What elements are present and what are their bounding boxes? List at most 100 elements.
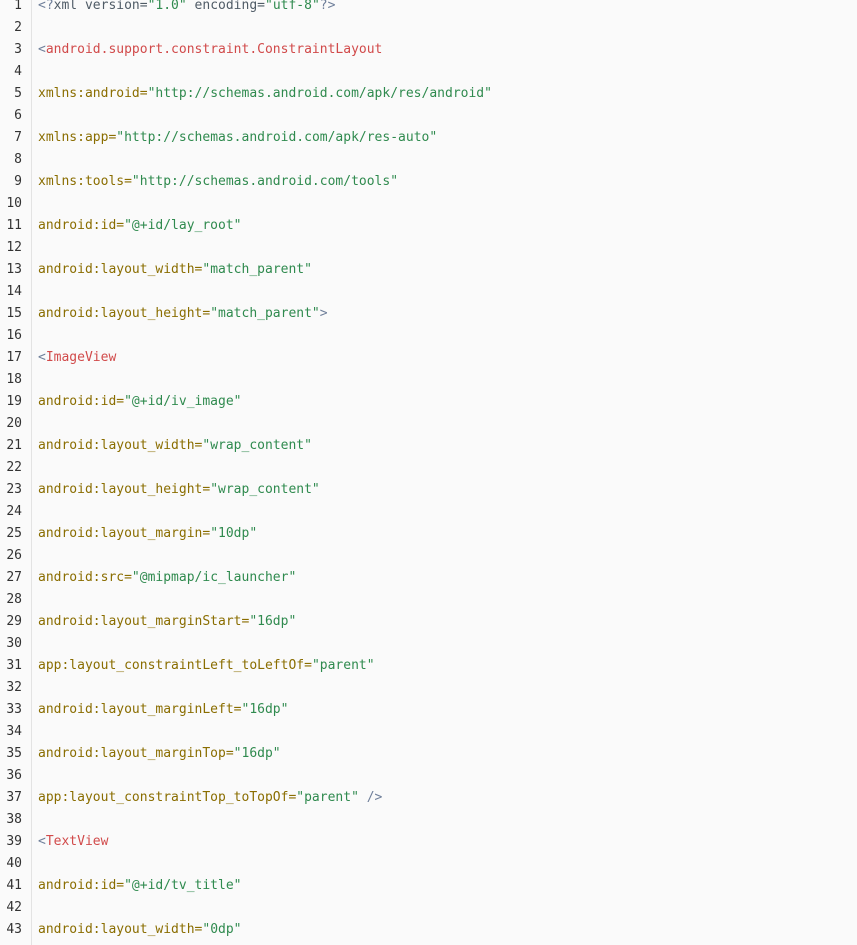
code-line[interactable]	[38, 677, 857, 699]
code-line[interactable]: android:src="@mipmap/ic_launcher"	[38, 567, 857, 589]
string-token: "parent"	[311, 658, 375, 673]
punct-token: <	[38, 42, 46, 57]
code-line[interactable]: android:layout_height="match_parent">	[38, 303, 857, 325]
code-line[interactable]	[38, 193, 857, 215]
attr-token: xmlns:tools=	[38, 174, 132, 189]
code-line[interactable]: android:layout_width="match_parent"	[38, 259, 857, 281]
line-number: 37	[6, 790, 22, 805]
string-token: "http://schemas.android.com/tools"	[131, 174, 399, 189]
code-line[interactable]	[38, 545, 857, 567]
code-line[interactable]: android:id="@+id/iv_image"	[38, 391, 857, 413]
code-line[interactable]	[38, 897, 857, 919]
code-line[interactable]	[38, 61, 857, 83]
code-line[interactable]	[38, 809, 857, 831]
attr-token: android:layout_marginTop=	[38, 746, 234, 761]
code-line[interactable]	[38, 589, 857, 611]
code-line[interactable]	[38, 765, 857, 787]
code-line[interactable]	[38, 633, 857, 655]
line-number: 23	[6, 482, 22, 497]
line-number: 2	[14, 20, 22, 35]
line-number: 3	[14, 42, 22, 57]
code-area[interactable]: <?xml version="1.0" encoding="utf-8"?> <a…	[32, 0, 857, 945]
code-line[interactable]: <android.support.constraint.ConstraintLa…	[38, 39, 857, 61]
attr-token: app:layout_constraintLeft_toLeftOf=	[38, 658, 312, 673]
line-number: 20	[6, 416, 22, 431]
code-line[interactable]: android:layout_marginTop="16dp"	[38, 743, 857, 765]
code-line[interactable]: android:id="@+id/tv_title"	[38, 875, 857, 897]
attr-token: xmlns:android=	[38, 86, 148, 101]
string-token: "parent"	[296, 790, 359, 805]
line-number: 9	[14, 174, 22, 189]
code-line[interactable]	[38, 325, 857, 347]
line-number: 18	[6, 372, 22, 387]
code-line[interactable]: android:layout_marginLeft="16dp"	[38, 699, 857, 721]
line-number: 27	[6, 570, 22, 585]
code-line[interactable]	[38, 457, 857, 479]
line-number: 17	[6, 350, 22, 365]
string-token: "@+id/tv_title"	[124, 878, 242, 893]
line-number: 43	[6, 922, 22, 937]
attr-token: android:layout_width=	[38, 262, 203, 277]
code-line[interactable]	[38, 237, 857, 259]
line-number: 41	[6, 878, 22, 893]
code-line[interactable]: app:layout_constraintLeft_toLeftOf="pare…	[38, 655, 857, 677]
attr-token: android:layout_height=	[38, 306, 211, 321]
code-line[interactable]: android:layout_width="wrap_content"	[38, 435, 857, 457]
code-line[interactable]: app:layout_constraintTop_toTopOf="parent…	[38, 787, 857, 809]
code-line[interactable]: android:layout_margin="10dp"	[38, 523, 857, 545]
attr-token: app:layout_constraintTop_toTopOf=	[38, 790, 297, 805]
line-number: 12	[6, 240, 22, 255]
line-number: 26	[6, 548, 22, 563]
code-line[interactable]: android:id="@+id/lay_root"	[38, 215, 857, 237]
text-token: xml version=	[53, 0, 148, 13]
code-line[interactable]	[38, 853, 857, 875]
line-number: 32	[6, 680, 22, 695]
punct-token: <?	[38, 0, 54, 13]
code-line[interactable]	[38, 501, 857, 523]
code-line[interactable]	[38, 281, 857, 303]
attr-token: android:layout_height=	[38, 482, 211, 497]
code-line[interactable]	[38, 721, 857, 743]
code-line[interactable]	[38, 413, 857, 435]
line-number: 5	[14, 86, 22, 101]
string-token: "http://schemas.android.com/apk/res/andr…	[147, 86, 492, 101]
code-line[interactable]: android:layout_width="0dp"	[38, 919, 857, 941]
code-line[interactable]	[38, 149, 857, 171]
attr-token: android:layout_margin=	[38, 526, 211, 541]
line-number: 35	[6, 746, 22, 761]
line-number: 6	[14, 108, 22, 123]
code-line[interactable]: <ImageView	[38, 347, 857, 369]
line-number: 38	[6, 812, 22, 827]
line-number: 28	[6, 592, 22, 607]
code-line[interactable]: xmlns:app="http://schemas.android.com/ap…	[38, 127, 857, 149]
code-line[interactable]: <TextView	[38, 831, 857, 853]
attr-token: android:id=	[38, 394, 125, 409]
code-line[interactable]: xmlns:tools="http://schemas.android.com/…	[38, 171, 857, 193]
attr-token: android:id=	[38, 878, 125, 893]
code-line[interactable]: android:layout_marginStart="16dp"	[38, 611, 857, 633]
line-number: 10	[6, 196, 22, 211]
string-token: "1.0"	[147, 0, 187, 13]
string-token: "@+id/lay_root"	[124, 218, 242, 233]
tag-token: ImageView	[45, 350, 117, 365]
attr-token: android:layout_width=	[38, 922, 203, 937]
attr-token: android:src=	[38, 570, 132, 585]
line-number: 34	[6, 724, 22, 739]
string-token: "utf-8"	[265, 0, 320, 13]
code-line[interactable]: xmlns:android="http://schemas.android.co…	[38, 83, 857, 105]
string-token: "match_parent"	[210, 306, 320, 321]
line-number: 1	[14, 0, 22, 13]
code-line[interactable]: <?xml version="1.0" encoding="utf-8"?>	[38, 0, 857, 17]
code-line[interactable]	[38, 369, 857, 391]
line-number: 31	[6, 658, 22, 673]
line-number: 15	[6, 306, 22, 321]
code-viewer[interactable]: 1 2 3 4 5 6 7 8 9 10 11 12 13 14 15 16 17 18 19 20 21 22 23 24 2…	[0, 0, 857, 945]
attr-token: android:layout_marginStart=	[38, 614, 250, 629]
punct-token: >	[319, 306, 328, 321]
code-line[interactable]: android:layout_height="wrap_content"	[38, 479, 857, 501]
code-line[interactable]	[38, 105, 857, 127]
line-number: 29	[6, 614, 22, 629]
line-number: 33	[6, 702, 22, 717]
code-line[interactable]	[38, 17, 857, 39]
string-token: "wrap_content"	[202, 438, 312, 453]
